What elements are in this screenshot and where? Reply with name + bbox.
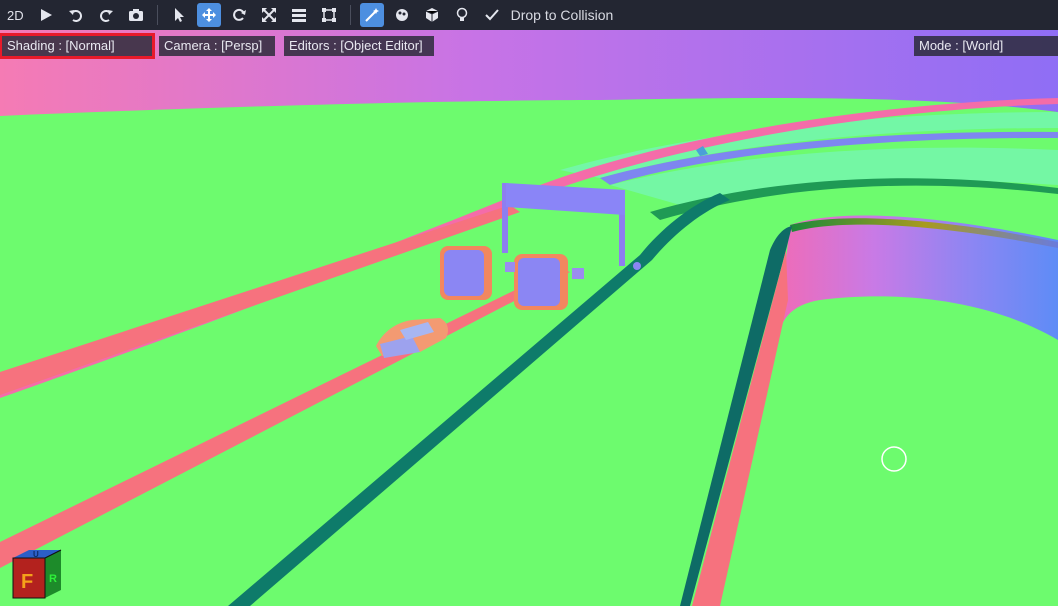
check-icon[interactable] (480, 3, 504, 27)
drop-to-collision-label[interactable]: Drop to Collision (511, 7, 614, 23)
main-toolbar: 2D Drop to Collision (0, 0, 1058, 30)
play-icon[interactable] (34, 3, 58, 27)
mode-dropdown[interactable]: Mode : [World] (914, 36, 1058, 56)
light-bulb-icon[interactable] (450, 3, 474, 27)
bounding-box-icon[interactable] (317, 3, 341, 27)
undo-icon[interactable] (64, 3, 88, 27)
tire-stack-right (514, 254, 568, 310)
toolbar-separator (349, 5, 351, 25)
orientation-gizmo[interactable]: F U R (9, 546, 65, 602)
tire-stack-left (440, 246, 492, 300)
3d-viewport[interactable] (0, 30, 1058, 606)
paint-icon[interactable] (390, 3, 414, 27)
magic-wand-icon[interactable] (359, 3, 384, 27)
small-box (572, 268, 584, 279)
small-box (505, 262, 515, 272)
cube-icon[interactable] (420, 3, 444, 27)
camera-dropdown[interactable]: Camera : [Persp] (159, 36, 275, 56)
select-arrow-icon[interactable] (167, 3, 191, 27)
gizmo-label-f: F (21, 571, 33, 593)
list-icon[interactable] (287, 3, 311, 27)
scale-icon[interactable] (257, 3, 281, 27)
rotate-icon[interactable] (227, 3, 251, 27)
shading-dropdown[interactable]: Shading : [Normal] (0, 33, 155, 59)
small-marker (633, 262, 641, 270)
gizmo-label-u: U (33, 550, 39, 559)
toolbar-separator (156, 5, 158, 25)
mode-2d-button[interactable]: 2D (3, 3, 28, 27)
editors-dropdown[interactable]: Editors : [Object Editor] (284, 36, 434, 56)
move-icon[interactable] (196, 3, 221, 27)
camera-icon[interactable] (124, 3, 148, 27)
gizmo-label-r: R (49, 573, 57, 585)
redo-icon[interactable] (94, 3, 118, 27)
